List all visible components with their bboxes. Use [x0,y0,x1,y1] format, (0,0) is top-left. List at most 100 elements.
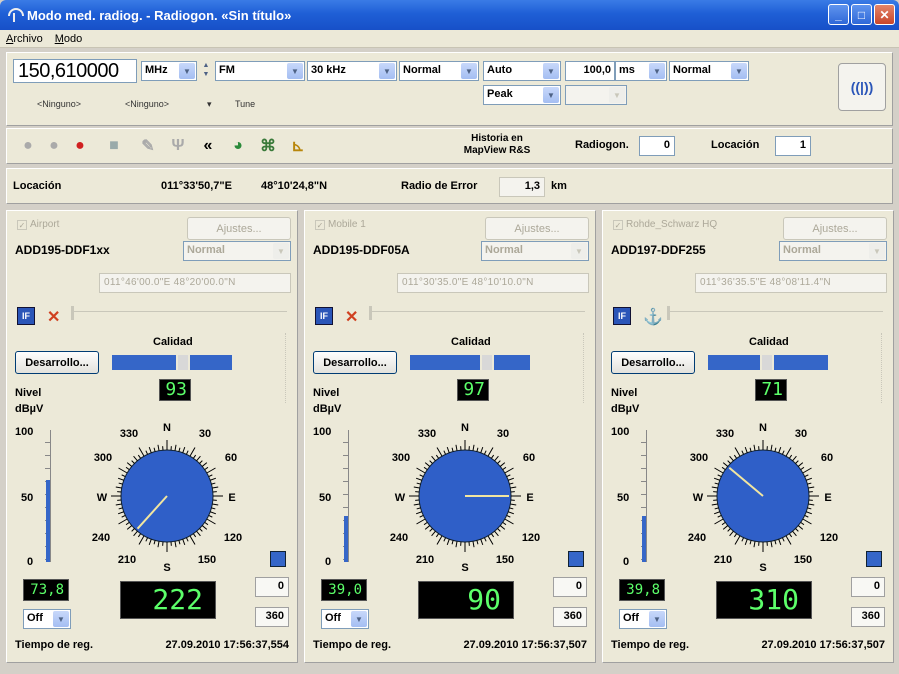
compass-tick [788,533,793,538]
mode-select[interactable]: Normal ▼ [399,61,479,81]
receiver-panel: 150,610000 MHz ▼ ▲ ▼ FM ▼ 30 kHz ▼ Normal ▼ A… [6,52,893,126]
settings-button[interactable]: Ajustes... [187,217,291,240]
level-display: 93 [159,379,191,401]
close-button[interactable]: ✕ [874,4,895,25]
rewind-icon[interactable]: « [197,135,219,157]
off-select[interactable]: Off ▼ [321,609,369,629]
if-icon[interactable]: IF [17,307,35,325]
frequency-input[interactable]: 150,610000 [13,59,137,83]
settings-button[interactable]: Ajustes... [783,217,887,240]
compass-tick [717,514,722,518]
compass-tick [502,521,507,526]
compass-tick [808,486,815,489]
save-icon[interactable]: ■ [103,135,125,157]
compass-tick [133,455,138,462]
station-checkbox[interactable]: ✓ Mobile 1 [315,219,366,230]
compass-tick [413,503,420,506]
status-icon[interactable]: ✕ [345,307,358,327]
toolbar: ● ● ● ■ ✎ Ψ « ◕ ⌘ ⊾ Historia en MapView … [6,128,893,164]
sub-label-1[interactable]: <Ninguno> [37,99,81,109]
check-icon: ✓ [17,220,27,230]
status-icon[interactable]: ✕ [47,307,60,327]
level-display: 71 [755,379,787,401]
maximize-button[interactable]: □ [851,4,872,25]
compass-tick [729,530,734,537]
tune-label[interactable]: Tune [235,99,255,109]
bandwidth-select[interactable]: 30 kHz ▼ [307,61,397,81]
compass-tick [212,486,219,489]
station-checkbox[interactable]: ✓ Airport [17,219,59,230]
if-icon[interactable]: IF [613,307,631,325]
desarrollo-button[interactable]: Desarrollo... [15,351,99,374]
freq-spinner[interactable]: ▲ ▼ [200,61,212,81]
compass-tick [714,507,719,510]
settings-button[interactable]: Ajustes... [485,217,589,240]
menu-modo[interactable]: Modo [49,33,89,45]
compass-tick [137,533,142,538]
compass-rose: N S E W 30 60 120 150 210 240 300 330 [365,411,565,576]
compass-tick [204,466,209,471]
compass-tick [431,455,436,462]
level-slider[interactable] [71,306,287,321]
compass-240: 240 [688,532,706,544]
indicator-square[interactable] [568,551,584,567]
sub-arrow[interactable]: ▾ [207,99,212,110]
device-mode-select[interactable]: Normal ▼ [183,241,291,261]
agc-select[interactable]: Auto ▼ [483,61,561,81]
time-input[interactable]: 100,0 [565,61,615,81]
mode2-select[interactable]: Normal ▼ [669,61,749,81]
vertical-ruler [285,333,291,403]
off-select[interactable]: Off ▼ [619,609,667,629]
scale-label-top: 100 [15,426,34,438]
locacion-input[interactable]: 1 [775,136,811,156]
compass-tick [744,539,748,546]
time-label: Tiempo de reg. [313,639,392,651]
desarrollo-button[interactable]: Desarrollo... [313,351,397,374]
level-display: 97 [457,379,489,401]
compass-tick [210,477,217,481]
menu-archivo[interactable]: Archivo [0,33,49,45]
compass-tick [435,454,440,459]
chevron-down-icon: ▼ [609,87,625,103]
quality-bar-tail [190,355,232,370]
radiogon-input[interactable]: 0 [639,136,675,156]
station-checkbox[interactable]: ✓ Rohde_Schwarz HQ [613,219,717,230]
indicator-square[interactable] [270,551,286,567]
if-icon[interactable]: IF [315,307,333,325]
antenna-tool-icon[interactable]: Ψ [167,135,189,157]
sub-label-2[interactable]: <Ninguno> [125,99,169,109]
level-slider[interactable] [369,306,585,321]
freq-unit-select[interactable]: MHz ▼ [141,61,197,81]
stop-icon[interactable]: ● [69,135,91,157]
desarrollo-button[interactable]: Desarrollo... [611,351,695,374]
compass-tick [778,539,782,546]
minimize-button[interactable]: _ [828,4,849,25]
device-mode-select[interactable]: Normal ▼ [779,241,887,261]
compass-tick [435,533,440,538]
radio-antenna-icon[interactable]: ((|)) [838,63,886,111]
off-select[interactable]: Off ▼ [23,609,71,629]
quality-bar-fill [708,355,762,370]
detector-select[interactable]: Peak ▼ [483,85,561,105]
indicator-square[interactable] [866,551,882,567]
compass-210: 210 [416,554,434,566]
network-icon[interactable]: ⌘ [257,135,279,157]
chevron-down-icon: ▼ [543,87,559,103]
level-slider[interactable] [667,306,883,321]
edit-icon[interactable]: ✎ [137,135,159,157]
time-unit-select[interactable]: ms ▼ [615,61,667,81]
globe-icon[interactable]: ◕ [227,135,249,157]
historia-label[interactable]: Historia en MapView R&S [453,133,541,157]
record-icon[interactable]: ● [43,135,65,157]
device-mode-select[interactable]: Normal ▼ [481,241,589,261]
demod-select[interactable]: FM ▼ [215,61,305,81]
chart-icon[interactable]: ⊾ [287,135,309,157]
chevron-down-icon: ▼ [379,63,395,79]
play-icon[interactable]: ● [17,135,39,157]
compass-tick [717,474,722,478]
status-icon[interactable]: ⚓ [643,307,663,327]
compass-210: 210 [118,554,136,566]
compass-tick [795,460,799,464]
compass-tick [727,460,731,464]
compass-tick [455,444,458,451]
